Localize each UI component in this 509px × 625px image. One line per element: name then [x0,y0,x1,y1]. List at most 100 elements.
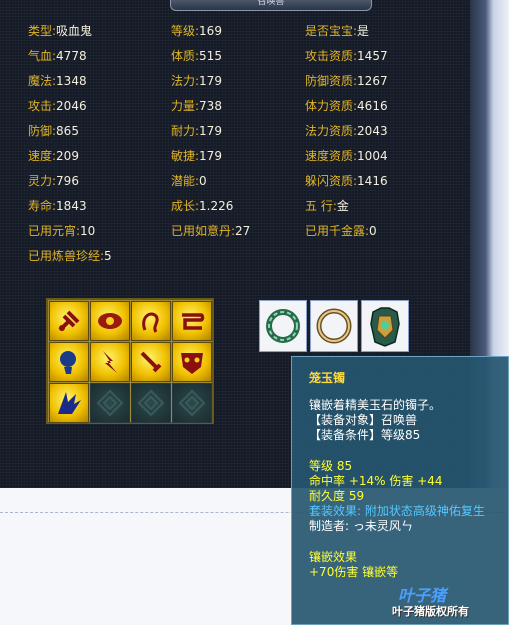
mask-icon [181,353,203,374]
stat-17: 速度资质:1004 [305,149,388,163]
stat-value: 179 [199,149,222,163]
stat-label: 潜能: [171,174,200,188]
stat-9: 攻击:2046 [28,99,87,113]
stat-value: 515 [199,49,222,63]
sword-icon [140,351,162,373]
stat-value: 179 [199,124,222,138]
skill-slot[interactable] [131,342,171,382]
stat-1: 等级:169 [171,24,222,38]
wing-icon [58,392,81,414]
item-set-effect: 套装效果: 附加状态高级神佑复生 [309,504,485,518]
stat-8: 防御资质:1267 [305,74,388,88]
skill-slot[interactable] [172,342,212,382]
equip-slot-1[interactable] [259,300,307,352]
item-condition: 【装备条件】等级85 [309,428,421,442]
empty-slot-icon [178,389,206,417]
stat-value: 1267 [357,74,388,88]
skill-slot[interactable] [49,301,89,341]
stat-value: 1348 [56,74,87,88]
jade-bracelet-icon [266,309,300,343]
stat-label: 法力资质: [305,124,358,138]
stat-label: 灵力: [28,174,57,188]
stat-value: 796 [56,174,79,188]
skill-slot[interactable] [49,342,89,382]
stat-label: 速度资质: [305,149,358,163]
stat-16: 敏捷:179 [171,149,222,163]
item-stats: 命中率 +14% 伤害 +44 [309,474,443,488]
stat-label: 攻击资质: [305,49,358,63]
stat-value: 1416 [357,174,388,188]
stat-value: 是 [357,24,370,38]
stat-value: 1004 [357,149,388,163]
stat-24: 已用元宵:10 [28,224,95,238]
stat-label: 耐力: [171,124,200,138]
stat-value: 2043 [357,124,388,138]
stat-label: 躲闪资质: [305,174,358,188]
stat-value: 2046 [56,99,87,113]
stat-label: 魔法: [28,74,57,88]
stat-label: 速度: [28,149,57,163]
skills-grid [46,298,214,424]
stat-5: 攻击资质:1457 [305,49,388,63]
stat-18: 灵力:796 [28,174,79,188]
stat-label: 气血: [28,49,57,63]
stat-label: 已用如意丹: [171,224,236,238]
skill-slot[interactable] [90,342,130,382]
scroll-icon [182,313,205,330]
stat-value: 4778 [56,49,87,63]
watermark: 叶子猪版权所有 [392,605,469,618]
stat-label: 敏捷: [171,149,200,163]
item-inlay-title: 镶嵌效果 [309,550,358,564]
item-name: 笼玉镯 [309,371,346,385]
stat-15: 速度:209 [28,149,79,163]
item-level: 等级 85 [309,459,353,473]
stat-value: 738 [199,99,222,113]
stat-2: 是否宝宝:是 [305,24,369,38]
skill-slot[interactable] [131,301,171,341]
stat-value: 金 [336,199,349,213]
stat-label: 防御资质: [305,74,358,88]
stat-value: 10 [80,224,96,238]
item-description: 镶嵌着精美玉石的镯子。 [309,398,442,412]
stat-value: 1.226 [199,199,234,213]
equip-slot-3[interactable] [361,300,409,352]
stat-12: 防御:865 [28,124,79,138]
stat-label: 五 行: [305,199,337,213]
stat-0: 类型:吸血鬼 [28,24,92,38]
hammer-icon [58,310,80,332]
stat-label: 体质: [171,49,200,63]
skill-slot[interactable] [90,301,130,341]
stat-label: 攻击: [28,99,57,113]
skill-slot[interactable] [172,301,212,341]
item-target: 【装备对象】召唤兽 [309,413,418,427]
skill-slot-empty[interactable] [90,383,130,423]
stat-label: 已用元宵: [28,224,81,238]
gold-ring-icon [316,308,352,344]
stat-19: 潜能:0 [171,174,207,188]
skill-slot[interactable] [49,383,89,423]
equip-slot-2[interactable] [310,300,358,352]
stat-value: 0 [199,174,207,188]
window-title: 召唤兽 [170,0,372,11]
skill-slot-empty[interactable] [172,383,212,423]
stat-6: 魔法:1348 [28,74,87,88]
stat-label: 法力: [171,74,200,88]
eye-icon [98,313,122,329]
stat-value: 169 [199,24,222,38]
stat-11: 体力资质:4616 [305,99,388,113]
stat-value: 吸血鬼 [56,24,93,38]
stat-21: 寿命:1843 [28,199,87,213]
stat-label: 体力资质: [305,99,358,113]
bulb-icon [60,351,76,374]
stat-13: 耐力:179 [171,124,222,138]
empty-slot-icon [96,389,124,417]
armor-icon [370,307,400,347]
item-maker: 制造者: っ未灵风ㄣ [309,519,413,533]
stat-4: 体质:515 [171,49,222,63]
skill-slot-empty[interactable] [131,383,171,423]
stat-27: 已用炼兽珍经:5 [28,249,112,263]
stat-label: 类型: [28,24,57,38]
stat-label: 防御: [28,124,57,138]
stat-value: 865 [56,124,79,138]
stat-value: 179 [199,74,222,88]
